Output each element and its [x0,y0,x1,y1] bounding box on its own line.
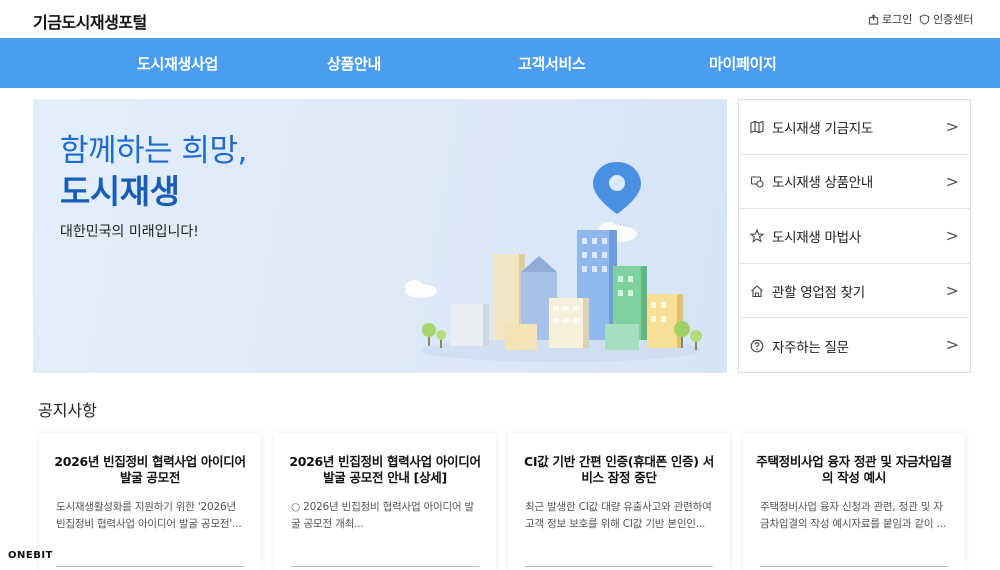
quick-link-label: 도시재생 기금지도 [772,120,873,137]
chevron-right-icon: > [945,226,959,246]
nav-mypage[interactable]: 마이페이지 [709,53,777,74]
notice-card-title: CI값 기반 간편 인증(휴대폰 인증) 서비스 잠정 중단 [524,454,714,485]
site-title[interactable]: 기금도시재생포털 [33,9,147,33]
tree-icon [422,323,436,346]
quick-link-fund-map[interactable]: 도시재생 기금지도 > [739,100,970,155]
notice-card[interactable]: 2026년 빈집정비 협력사업 아이디어 발굴 공모전 안내 [상세] ○ 20… [274,433,496,570]
city-illustration [405,162,702,362]
divider [525,566,713,567]
quick-link-branch-finder[interactable]: 관할 영업점 찾기 > [739,264,970,319]
question-icon [750,339,764,353]
cert-center-link[interactable]: 인증센터 [919,11,973,27]
divider [760,566,948,567]
hero-subtitle: 대한민국의 미래입니다! [60,224,199,240]
home-icon [751,284,763,297]
quick-link-products[interactable]: 도시재생 상품안내 > [739,155,970,210]
quick-link-wizard[interactable]: 도시재생 마법사 > [739,209,970,264]
brand-watermark: ONEBIT [8,550,53,561]
hero-headline-strong: 도시재생 [60,172,180,211]
nav-customer-service[interactable]: 고객서비스 [518,53,586,74]
quick-link-label: 자주하는 질문 [772,339,849,356]
quick-links-panel: 도시재생 기금지도 > 도시재생 상품안내 > 도시재생 마법사 > 관할 영업… [738,99,971,373]
top-header: 기금도시재생포털 로그인 인증센터 [0,0,1000,38]
notice-card[interactable]: 2026년 빈집정비 협력사업 아이디어 발굴 공모전 도시재생활성화를 지원하… [39,433,261,570]
map-icon [750,120,764,134]
chevron-right-icon: > [945,280,959,300]
chevron-right-icon: > [945,117,959,136]
login-label: 로그인 [882,13,913,26]
notice-section-title: 공지사항 [38,401,97,420]
nav-urban-regeneration[interactable]: 도시재생사업 [137,53,218,74]
nav-products[interactable]: 상품안내 [327,53,381,74]
main-nav: 도시재생사업 상품안내 고객서비스 마이페이지 [0,38,1000,88]
notice-card-title: 2026년 빈집정비 협력사업 아이디어 발굴 공모전 안내 [상세] [289,454,481,485]
notice-card-desc: ○ 2026년 빈집정비 협력사업 아이디어 발굴 공모전 개최... [291,501,475,530]
divider [56,566,244,567]
quick-link-label: 도시재생 마법사 [772,229,861,246]
divider [291,566,479,567]
wand-star-icon [750,228,764,243]
notice-card-desc: 주택정비사업 융자 신청과 관련, 정관 및 자금차입결의 작성 예시자료를 붙… [760,501,946,530]
product-icon [750,176,764,188]
hero-headline: 함께하는 희망, [60,133,247,169]
login-link[interactable]: 로그인 [868,11,912,27]
location-pin-icon [593,162,641,214]
quick-link-faq[interactable]: 자주하는 질문 > [739,318,970,373]
cert-center-label: 인증센터 [933,13,974,26]
notice-card[interactable]: 주택정비사업 융자 정관 및 자금차입결의 작성 예시 주택정비사업 융자 신청… [743,433,965,570]
hero-banner[interactable]: 함께하는 희망, 도시재생 대한민국의 미래입니다! [33,99,727,373]
notice-card[interactable]: CI값 기반 간편 인증(휴대폰 인증) 서비스 잠정 중단 최근 발생한 CI… [508,433,730,570]
quick-link-label: 관할 영업점 찾기 [772,284,865,301]
quick-link-label: 도시재생 상품안내 [772,175,873,192]
notice-card-title: 주택정비사업 융자 정관 및 자금차입결의 작성 예시 [756,454,952,485]
login-icon [868,13,879,25]
chevron-right-icon: > [945,171,959,191]
notice-card-desc: 도시재생활성화를 지원하기 위한 '2026년 빈집정비 협력사업 아이디어 발… [56,501,242,530]
chevron-right-icon: > [945,335,959,355]
notice-card-desc: 최근 발생한 CI값 대량 유출사고와 관련하여 고객 정보 보호를 위해 CI… [525,501,712,530]
shield-icon [919,13,930,25]
notice-card-title: 2026년 빈집정비 협력사업 아이디어 발굴 공모전 [54,454,246,485]
cloud-icon [405,280,437,298]
